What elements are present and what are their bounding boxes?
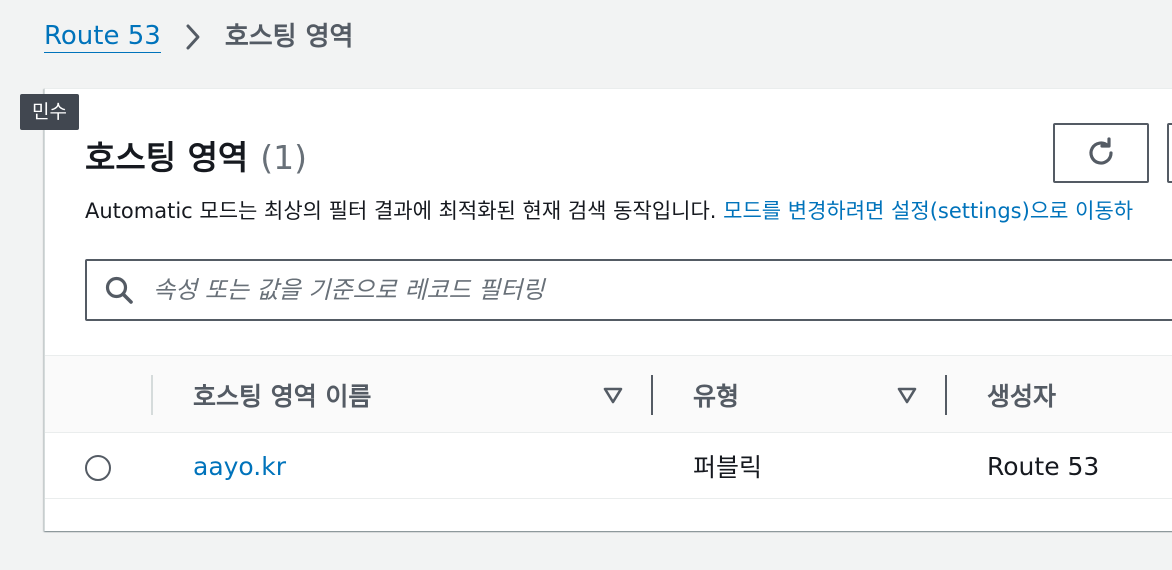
search-settings-link[interactable]: 모드를 변경하려면 설정(settings)으로 이동하 [723, 199, 1133, 223]
search-input[interactable] [151, 275, 1055, 305]
row-select-radio[interactable] [85, 455, 111, 481]
refresh-button[interactable] [1053, 123, 1149, 183]
refresh-icon [1084, 136, 1118, 170]
column-divider [151, 375, 153, 415]
search-icon [101, 272, 137, 308]
actions-button[interactable] [1167, 123, 1172, 183]
column-resize-handle[interactable] [651, 375, 653, 415]
table-row: aayo.kr 퍼블릭 Route 53 [45, 433, 1172, 499]
panel-title-count: (1) [260, 138, 308, 177]
user-tooltip-badge: 민수 [20, 94, 79, 130]
zone-name-link[interactable]: aayo.kr [193, 433, 286, 499]
panel-title-text: 호스팅 영역 [85, 138, 249, 177]
chevron-right-icon [175, 19, 211, 55]
breadcrumb-current: 호스팅 영역 [224, 22, 354, 52]
column-header-created-by[interactable]: 생성자 [987, 356, 1056, 434]
column-resize-handle[interactable] [945, 375, 947, 415]
search-mode-info-text: Automatic 모드는 최상의 필터 결과에 최적화된 현재 검색 동작입니… [85, 199, 724, 223]
column-header-type[interactable]: 유형 [693, 356, 739, 434]
record-filter-field[interactable] [85, 259, 1172, 321]
zone-created-by-cell: Route 53 [987, 451, 1100, 481]
column-header-zone-name[interactable]: 호스팅 영역 이름 [193, 356, 371, 434]
sort-caret-down-icon[interactable] [602, 384, 624, 406]
breadcrumb-link-route53[interactable]: Route 53 [44, 21, 161, 53]
table-header: 호스팅 영역 이름 유형 생성자 [45, 355, 1172, 433]
search-mode-info: Automatic 모드는 최상의 필터 결과에 최적화된 현재 검색 동작입니… [85, 197, 1133, 225]
hosted-zones-panel: 호스팅 영역 (1) Automatic 모드는 최상의 필터 결과에 최적화된… [44, 88, 1172, 531]
breadcrumb: Route 53 호스팅 영역 [44, 18, 353, 56]
zone-type-cell: 퍼블릭 [693, 453, 763, 482]
sort-caret-down-icon[interactable] [896, 384, 918, 406]
page-title: 호스팅 영역 (1) [85, 131, 307, 179]
